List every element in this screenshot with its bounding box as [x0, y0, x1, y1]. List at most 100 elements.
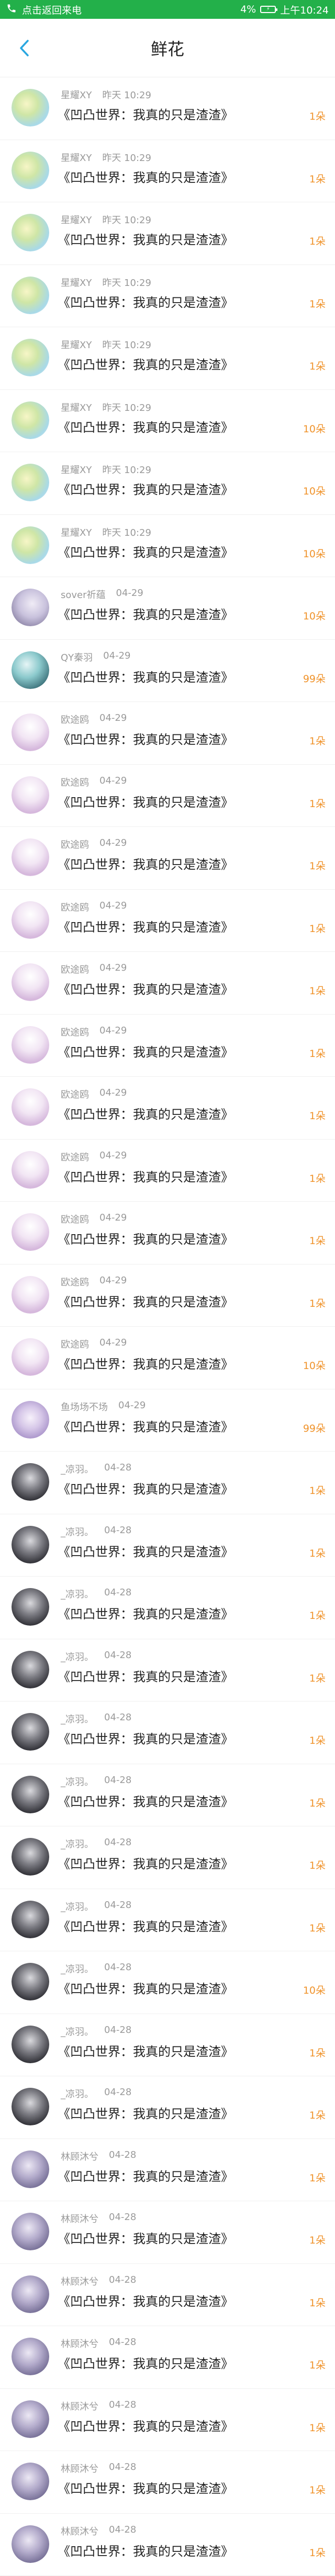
list-item[interactable]: 欧途鸥04-29《凹凸世界：我真的只是渣渣》1朵 — [0, 1202, 335, 1264]
list-item[interactable]: _凉羽。04-28《凹凸世界：我真的只是渣渣》1朵 — [0, 1764, 335, 1827]
list-item[interactable]: 林顾沐兮04-28《凹凸世界：我真的只是渣渣》1朵 — [0, 2139, 335, 2202]
sender-name[interactable]: 星耀XY — [61, 338, 92, 351]
avatar[interactable] — [12, 1213, 49, 1251]
avatar[interactable] — [12, 2213, 49, 2250]
sender-name[interactable]: 林顾沐兮 — [61, 2212, 98, 2225]
sender-name[interactable]: 星耀XY — [61, 463, 92, 476]
avatar[interactable] — [12, 651, 49, 689]
sender-name[interactable]: _凉羽。 — [61, 2025, 94, 2038]
list-item[interactable]: 林顾沐兮04-28《凹凸世界：我真的只是渣渣》1朵 — [0, 2264, 335, 2327]
list-item[interactable]: 欧途鸥04-29《凹凸世界：我真的只是渣渣》1朵 — [0, 702, 335, 765]
list-item[interactable]: 林顾沐兮04-28《凹凸世界：我真的只是渣渣》1朵 — [0, 2326, 335, 2389]
sender-name[interactable]: _凉羽。 — [61, 1775, 94, 1788]
avatar[interactable] — [12, 1026, 49, 1064]
list-item[interactable]: 欧途鸥04-29《凹凸世界：我真的只是渣渣》1朵 — [0, 1140, 335, 1202]
avatar[interactable] — [12, 1151, 49, 1189]
sender-name[interactable]: 星耀XY — [61, 275, 92, 289]
list-item[interactable]: 欧途鸥04-29《凹凸世界：我真的只是渣渣》1朵 — [0, 1015, 335, 1077]
sender-name[interactable]: 欧途鸥 — [61, 1337, 89, 1351]
list-item[interactable]: 星耀XY昨天 10:29《凹凸世界：我真的只是渣渣》1朵 — [0, 265, 335, 328]
list-item[interactable]: 星耀XY昨天 10:29《凹凸世界：我真的只是渣渣》10朵 — [0, 452, 335, 515]
status-left[interactable]: 点击返回来电 — [6, 3, 82, 17]
sender-name[interactable]: 欧途鸥 — [61, 1275, 89, 1289]
avatar[interactable] — [12, 1901, 49, 1938]
avatar[interactable] — [12, 1963, 49, 2000]
list-item[interactable]: _凉羽。04-28《凹凸世界：我真的只是渣渣》1朵 — [0, 1889, 335, 1952]
sender-name[interactable]: 欧途鸥 — [61, 1087, 89, 1101]
sender-name[interactable]: _凉羽。 — [61, 1587, 94, 1601]
avatar[interactable] — [12, 214, 49, 251]
sender-name[interactable]: 星耀XY — [61, 213, 92, 226]
sender-name[interactable]: _凉羽。 — [61, 1650, 94, 1663]
avatar[interactable] — [12, 2338, 49, 2375]
avatar[interactable] — [12, 1088, 49, 1126]
list-item[interactable]: 欧途鸥04-29《凹凸世界：我真的只是渣渣》1朵 — [0, 1077, 335, 1140]
sender-name[interactable]: 欧途鸥 — [61, 837, 89, 851]
avatar[interactable] — [12, 2275, 49, 2313]
avatar[interactable] — [12, 901, 49, 939]
sender-name[interactable]: QY秦羽 — [61, 650, 93, 664]
list-item[interactable]: 星耀XY昨天 10:29《凹凸世界：我真的只是渣渣》1朵 — [0, 327, 335, 390]
list-item[interactable]: 星耀XY昨天 10:29《凹凸世界：我真的只是渣渣》1朵 — [0, 77, 335, 140]
sender-name[interactable]: 林顾沐兮 — [61, 2274, 98, 2288]
avatar[interactable] — [12, 2525, 49, 2563]
sender-name[interactable]: _凉羽。 — [61, 2087, 94, 2100]
avatar[interactable] — [12, 589, 49, 626]
sender-name[interactable]: _凉羽。 — [61, 1962, 94, 1975]
list-item[interactable]: 星耀XY昨天 10:29《凹凸世界：我真的只是渣渣》10朵 — [0, 390, 335, 453]
avatar[interactable] — [12, 963, 49, 1001]
list-item[interactable]: _凉羽。04-28《凹凸世界：我真的只是渣渣》1朵 — [0, 1577, 335, 1639]
list-item[interactable]: 林顾沐兮04-28《凹凸世界：我真的只是渣渣》1朵 — [0, 2514, 335, 2576]
list-item[interactable]: _凉羽。04-28《凹凸世界：我真的只是渣渣》1朵 — [0, 1639, 335, 1702]
sender-name[interactable]: 星耀XY — [61, 400, 92, 414]
list-item[interactable]: _凉羽。04-28《凹凸世界：我真的只是渣渣》1朵 — [0, 2014, 335, 2077]
sender-name[interactable]: 鱼场场不场 — [61, 1400, 108, 1413]
avatar[interactable] — [12, 1463, 49, 1501]
avatar[interactable] — [12, 339, 49, 376]
sender-name[interactable]: 欧途鸥 — [61, 1025, 89, 1039]
sender-name[interactable]: _凉羽。 — [61, 1525, 94, 1538]
avatar[interactable] — [12, 1838, 49, 1876]
avatar[interactable] — [12, 1651, 49, 1688]
avatar[interactable] — [12, 2088, 49, 2125]
list-item[interactable]: 林顾沐兮04-28《凹凸世界：我真的只是渣渣》1朵 — [0, 2389, 335, 2452]
list-item[interactable]: 欧途鸥04-29《凹凸世界：我真的只是渣渣》1朵 — [0, 827, 335, 890]
avatar[interactable] — [12, 2150, 49, 2188]
avatar[interactable] — [12, 2026, 49, 2063]
avatar[interactable] — [12, 1588, 49, 1626]
sender-name[interactable]: 林顾沐兮 — [61, 2149, 98, 2163]
list-item[interactable]: _凉羽。04-28《凹凸世界：我真的只是渣渣》1朵 — [0, 1514, 335, 1577]
avatar[interactable] — [12, 1713, 49, 1751]
avatar[interactable] — [12, 1776, 49, 1813]
list-item[interactable]: _凉羽。04-28《凹凸世界：我真的只是渣渣》10朵 — [0, 1951, 335, 2014]
avatar[interactable] — [12, 401, 49, 439]
avatar[interactable] — [12, 714, 49, 751]
sender-name[interactable]: 欧途鸥 — [61, 900, 89, 914]
sender-name[interactable]: 林顾沐兮 — [61, 2524, 98, 2538]
sender-name[interactable]: _凉羽。 — [61, 1837, 94, 1850]
sender-name[interactable]: 星耀XY — [61, 525, 92, 539]
return-call-notice[interactable]: 点击返回来电 — [22, 3, 82, 17]
avatar[interactable] — [12, 1526, 49, 1563]
avatar[interactable] — [12, 1276, 49, 1314]
sender-name[interactable]: 星耀XY — [61, 88, 92, 101]
avatar[interactable] — [12, 838, 49, 876]
avatar[interactable] — [12, 2463, 49, 2500]
list-item[interactable]: 星耀XY昨天 10:29《凹凸世界：我真的只是渣渣》10朵 — [0, 515, 335, 578]
list-item[interactable]: 欧途鸥04-29《凹凸世界：我真的只是渣渣》1朵 — [0, 952, 335, 1015]
list-item[interactable]: _凉羽。04-28《凹凸世界：我真的只是渣渣》1朵 — [0, 1826, 335, 1889]
list-item[interactable]: QY秦羽04-29《凹凸世界：我真的只是渣渣》99朵 — [0, 640, 335, 703]
avatar[interactable] — [12, 152, 49, 189]
sender-name[interactable]: _凉羽。 — [61, 1900, 94, 1913]
sender-name[interactable]: 林顾沐兮 — [61, 2399, 98, 2413]
avatar[interactable] — [12, 277, 49, 314]
list-item[interactable]: sover祈蕴04-29《凹凸世界：我真的只是渣渣》10朵 — [0, 577, 335, 640]
list-item[interactable]: _凉羽。04-28《凹凸世界：我真的只是渣渣》1朵 — [0, 1452, 335, 1514]
sender-name[interactable]: 林顾沐兮 — [61, 2337, 98, 2350]
list-item[interactable]: 林顾沐兮04-28《凹凸世界：我真的只是渣渣》1朵 — [0, 2451, 335, 2514]
sender-name[interactable]: 欧途鸥 — [61, 1212, 89, 1226]
avatar[interactable] — [12, 526, 49, 564]
list-item[interactable]: 欧途鸥04-29《凹凸世界：我真的只是渣渣》10朵 — [0, 1327, 335, 1389]
list-item[interactable]: 欧途鸥04-29《凹凸世界：我真的只是渣渣》1朵 — [0, 765, 335, 827]
sender-name[interactable]: 欧途鸥 — [61, 1150, 89, 1164]
